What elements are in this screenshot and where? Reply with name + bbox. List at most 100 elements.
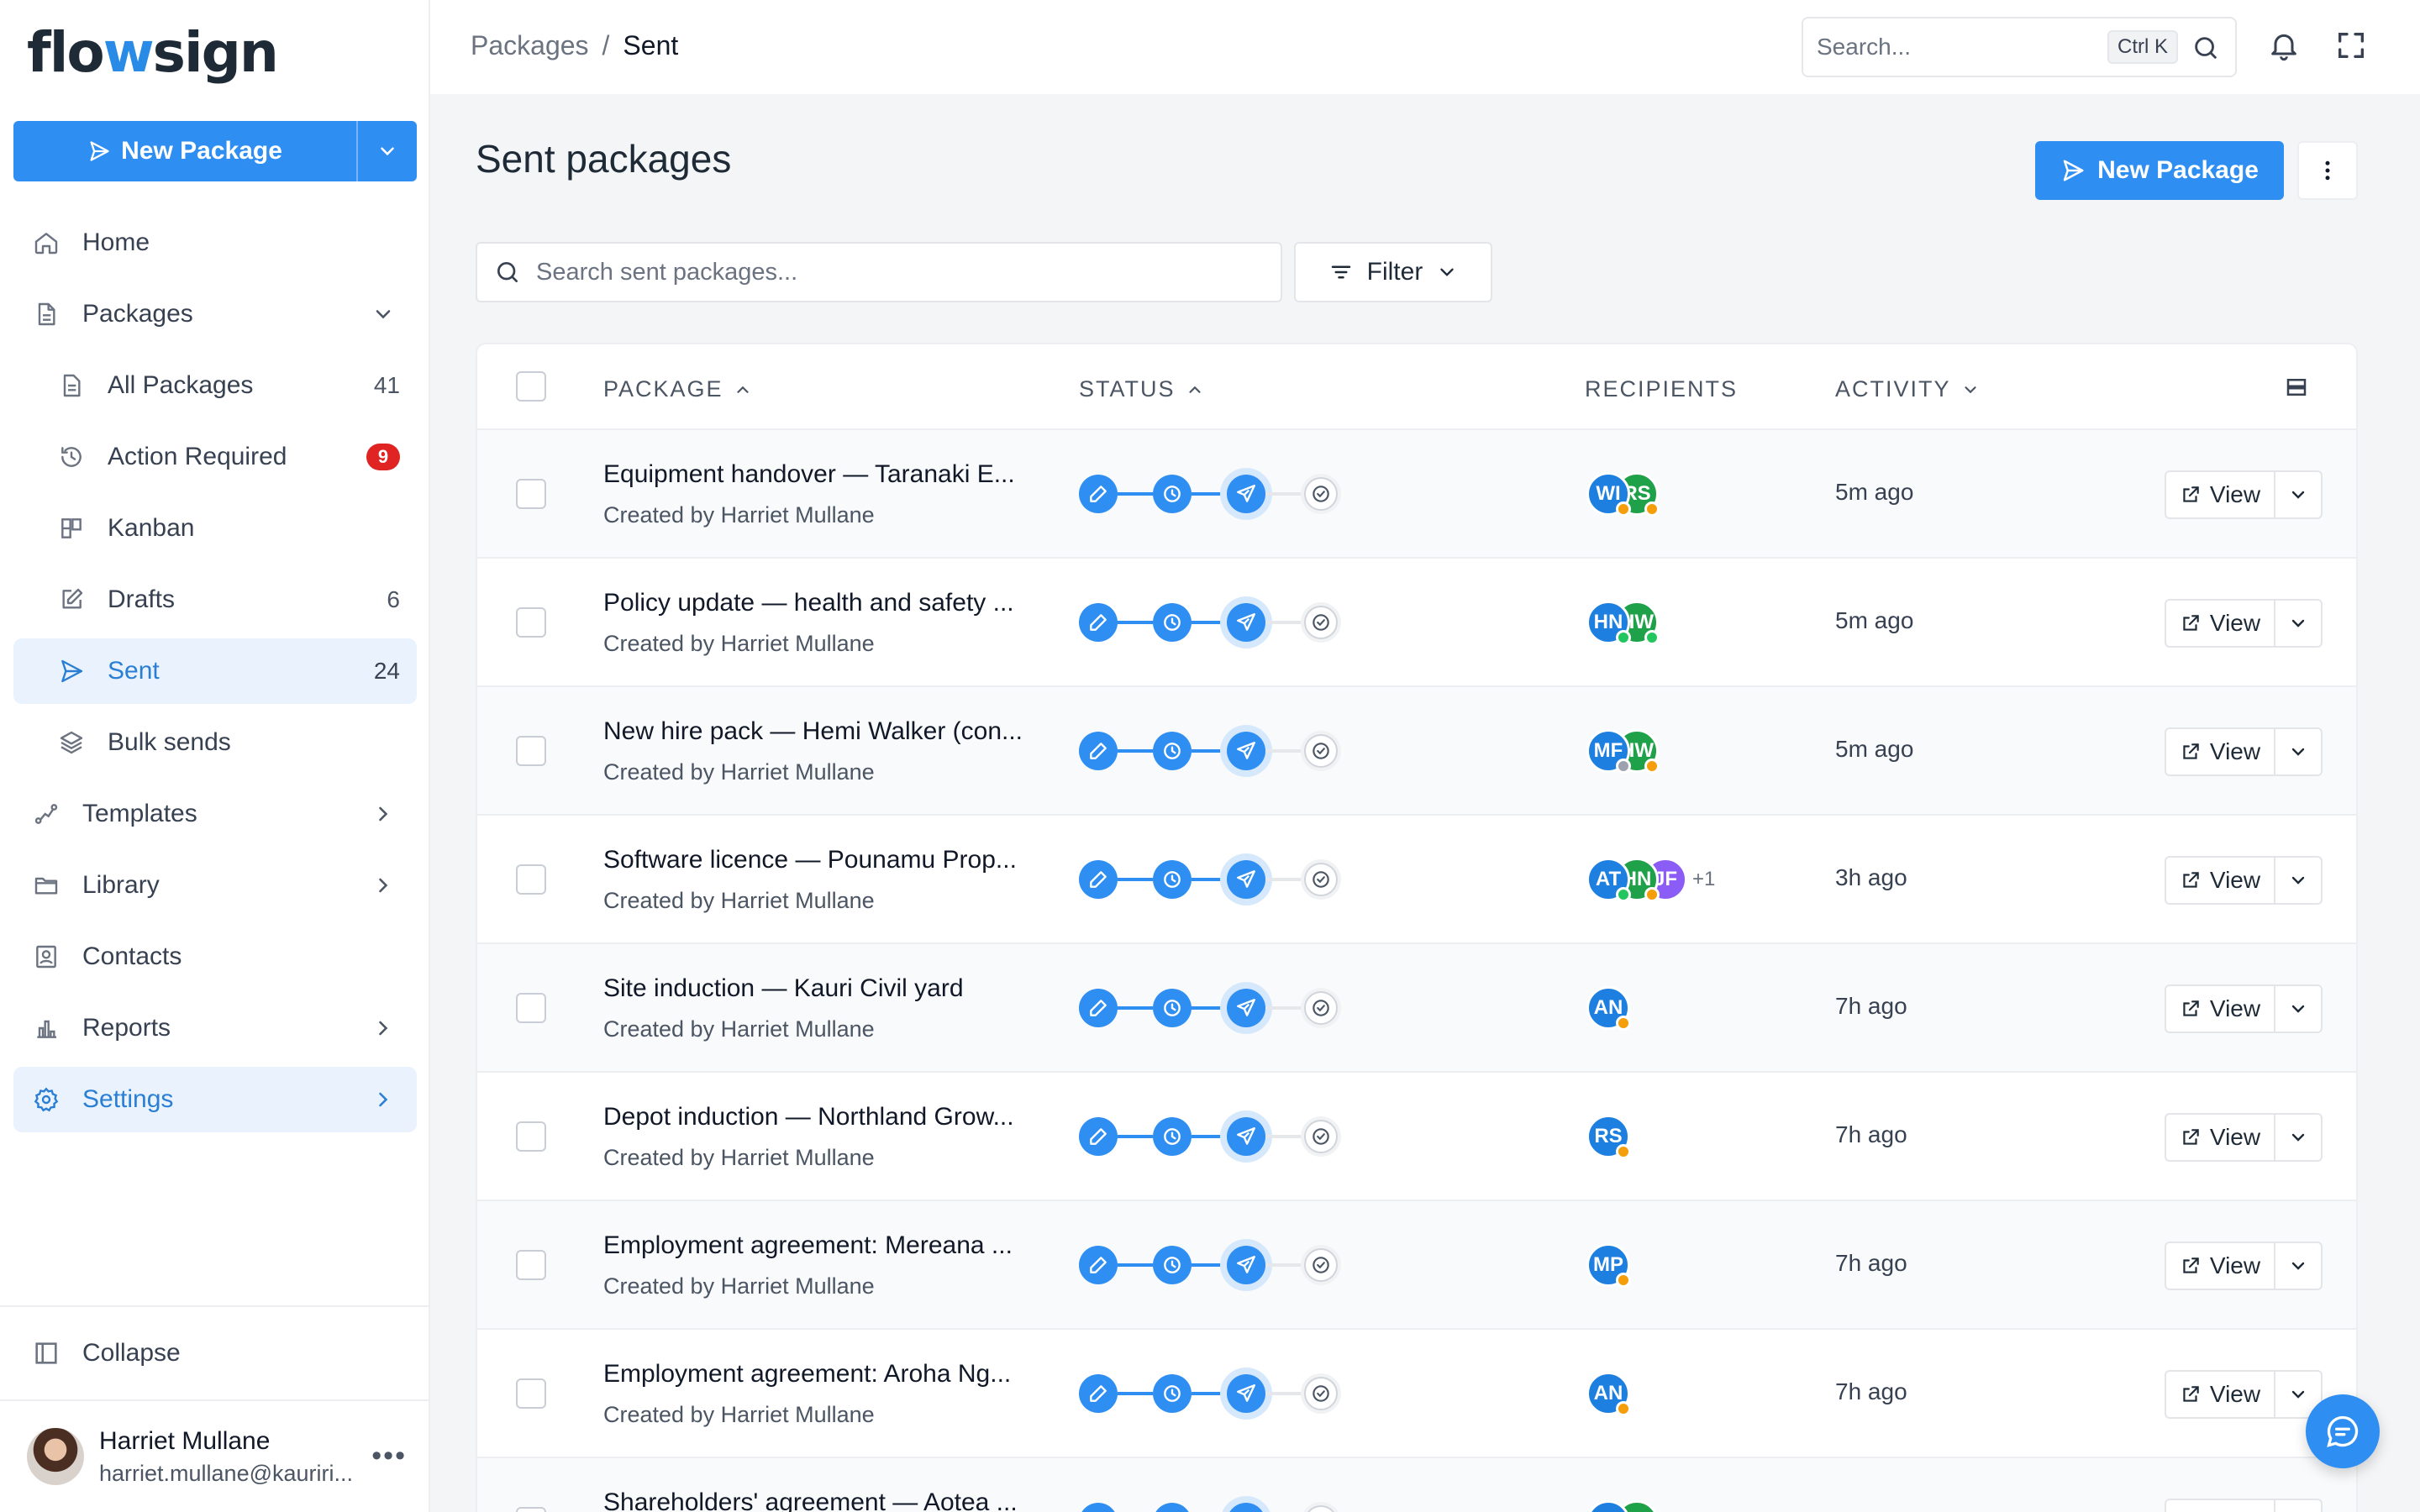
view-dropdown[interactable]	[2274, 601, 2321, 646]
send-icon	[1237, 612, 1255, 631]
row-checkbox[interactable]	[516, 736, 546, 766]
filter-button[interactable]: Filter	[1294, 242, 1492, 302]
sidebar-item-library[interactable]: Library	[13, 853, 417, 918]
recipient-initials: AN	[1593, 995, 1623, 1019]
sidebar-item-all-packages[interactable]: All Packages 41	[13, 353, 417, 418]
view-button[interactable]: View	[2166, 1115, 2274, 1160]
view-dropdown[interactable]	[2274, 1243, 2321, 1289]
sidebar-item-sent[interactable]: Sent 24	[13, 638, 417, 704]
table-row[interactable]: Shareholders' agreement — Aotea ... View	[477, 1458, 2356, 1512]
new-package-button[interactable]: New Package	[2035, 141, 2284, 200]
recipient-avatar[interactable]: HN	[1586, 600, 1631, 645]
fullscreen-icon[interactable]	[2334, 29, 2368, 62]
package-title[interactable]: Depot induction — Northland Grow...	[603, 1103, 1014, 1131]
sidebar-item-kanban[interactable]: Kanban	[13, 496, 417, 561]
sidebar-item-settings[interactable]: Settings	[13, 1067, 417, 1132]
sidebar-item-reports[interactable]: Reports	[13, 995, 417, 1061]
row-checkbox[interactable]	[516, 479, 546, 509]
recipient-avatar[interactable]: RS	[1586, 1114, 1631, 1159]
row-checkbox[interactable]	[516, 1250, 546, 1280]
view-dropdown[interactable]	[2274, 986, 2321, 1032]
package-title[interactable]: Policy update — health and safety ...	[603, 589, 1014, 617]
sidebar-item-contacts[interactable]: Contacts	[13, 924, 417, 990]
view-button[interactable]: View	[2166, 1500, 2274, 1512]
table-row[interactable]: Employment agreement: Mereana ... Created…	[477, 1201, 2356, 1330]
view-dropdown[interactable]	[2274, 1500, 2321, 1512]
column-status[interactable]: STATUS	[1079, 376, 1204, 402]
table-row[interactable]: Software licence — Pounamu Prop... Create…	[477, 816, 2356, 944]
activity-time: 7h ago	[1835, 993, 1907, 1019]
recipient-avatar[interactable]: AN	[1586, 985, 1631, 1031]
recipients-more-count[interactable]: +1	[1692, 868, 1715, 891]
breadcrumb-packages[interactable]: Packages	[471, 30, 589, 60]
view-button[interactable]: View	[2166, 729, 2274, 774]
sidebar-item-action-required[interactable]: Action Required 9	[13, 424, 417, 490]
sidebar-item-drafts[interactable]: Drafts 6	[13, 567, 417, 633]
chat-button[interactable]	[2306, 1394, 2380, 1468]
recipient-initials: AT	[1595, 867, 1622, 890]
user-profile[interactable]: Harriet Mullane harriet.mullane@kauriri.…	[27, 1415, 413, 1499]
table-row[interactable]: Equipment handover — Taranaki E... Create…	[477, 430, 2356, 559]
package-title[interactable]: Equipment handover — Taranaki E...	[603, 460, 1015, 489]
clock-icon	[1164, 1256, 1181, 1273]
search-icon[interactable]	[2191, 34, 2220, 62]
more-horizontal-icon[interactable]: •••	[371, 1440, 407, 1473]
flowsign-logo[interactable]: flo w sign	[27, 18, 279, 86]
package-title[interactable]: Employment agreement: Mereana ...	[603, 1231, 1013, 1260]
column-activity[interactable]: ACTIVITY	[1835, 376, 1980, 402]
new-package-button[interactable]: New Package	[13, 121, 356, 181]
select-all-checkbox[interactable]	[516, 371, 546, 402]
view-dropdown[interactable]	[2274, 472, 2321, 517]
package-title[interactable]: Software licence — Pounamu Prop...	[603, 846, 1017, 874]
row-checkbox[interactable]	[516, 1507, 546, 1512]
bell-icon[interactable]	[2267, 29, 2301, 62]
table-row[interactable]: Site induction — Kauri Civil yard Created…	[477, 944, 2356, 1073]
send-icon	[57, 657, 86, 685]
row-checkbox[interactable]	[516, 993, 546, 1023]
package-title[interactable]: New hire pack — Hemi Walker (con...	[603, 717, 1023, 746]
view-dropdown[interactable]	[2274, 729, 2321, 774]
view-dropdown[interactable]	[2274, 858, 2321, 903]
global-search-input[interactable]	[1817, 34, 2094, 60]
row-checkbox[interactable]	[516, 607, 546, 638]
row-checkbox[interactable]	[516, 1121, 546, 1152]
package-title[interactable]: Shareholders' agreement — Aotea ...	[603, 1488, 1018, 1512]
recipient-avatar[interactable]: MP	[1586, 1242, 1631, 1288]
recipient-avatar[interactable]: WI	[1586, 471, 1631, 517]
new-package-dropdown[interactable]	[356, 121, 417, 181]
table-row[interactable]: Employment agreement: Aroha Ng... Created…	[477, 1330, 2356, 1458]
recipient-avatar[interactable]: AT	[1586, 857, 1631, 902]
view-button[interactable]: View	[2166, 1243, 2274, 1289]
view-button[interactable]: View	[2166, 986, 2274, 1032]
column-label: ACTIVITY	[1835, 376, 1951, 402]
view-label: View	[2209, 1252, 2261, 1278]
table-row[interactable]: Policy update — health and safety ... Cre…	[477, 559, 2356, 687]
view-button[interactable]: View	[2166, 1372, 2274, 1417]
logo-wave: w	[103, 19, 155, 85]
status-connector	[1118, 491, 1153, 496]
sidebar-item-home[interactable]: Home	[13, 210, 417, 276]
package-search-input[interactable]	[536, 258, 1259, 286]
package-title[interactable]: Site induction — Kauri Civil yard	[603, 974, 964, 1003]
recipient-avatar[interactable]	[1586, 1499, 1630, 1512]
sidebar-item-templates[interactable]: Templates	[13, 781, 417, 847]
more-options-button[interactable]	[2297, 141, 2358, 200]
collapse-button[interactable]: Collapse	[13, 1322, 417, 1384]
sidebar-item-bulk-sends[interactable]: Bulk sends	[13, 710, 417, 775]
table-row[interactable]: New hire pack — Hemi Walker (con... Creat…	[477, 687, 2356, 816]
row-checkbox[interactable]	[516, 1378, 546, 1409]
status-connector	[1192, 877, 1227, 881]
sidebar-item-packages[interactable]: Packages	[13, 281, 417, 347]
column-package[interactable]: PACKAGE	[603, 376, 752, 402]
package-title[interactable]: Employment agreement: Aroha Ng...	[603, 1360, 1011, 1389]
table-row[interactable]: Depot induction — Northland Grow... Creat…	[477, 1073, 2356, 1201]
view-dropdown[interactable]	[2274, 1115, 2321, 1160]
status-step-sent	[1227, 988, 1265, 1027]
row-checkbox[interactable]	[516, 864, 546, 895]
recipient-avatar[interactable]: MF	[1586, 728, 1631, 774]
view-button[interactable]: View	[2166, 472, 2274, 517]
recipient-avatar[interactable]: AN	[1586, 1371, 1631, 1416]
view-button[interactable]: View	[2166, 601, 2274, 646]
density-toggle-icon[interactable]	[2284, 375, 2309, 400]
view-button[interactable]: View	[2166, 858, 2274, 903]
